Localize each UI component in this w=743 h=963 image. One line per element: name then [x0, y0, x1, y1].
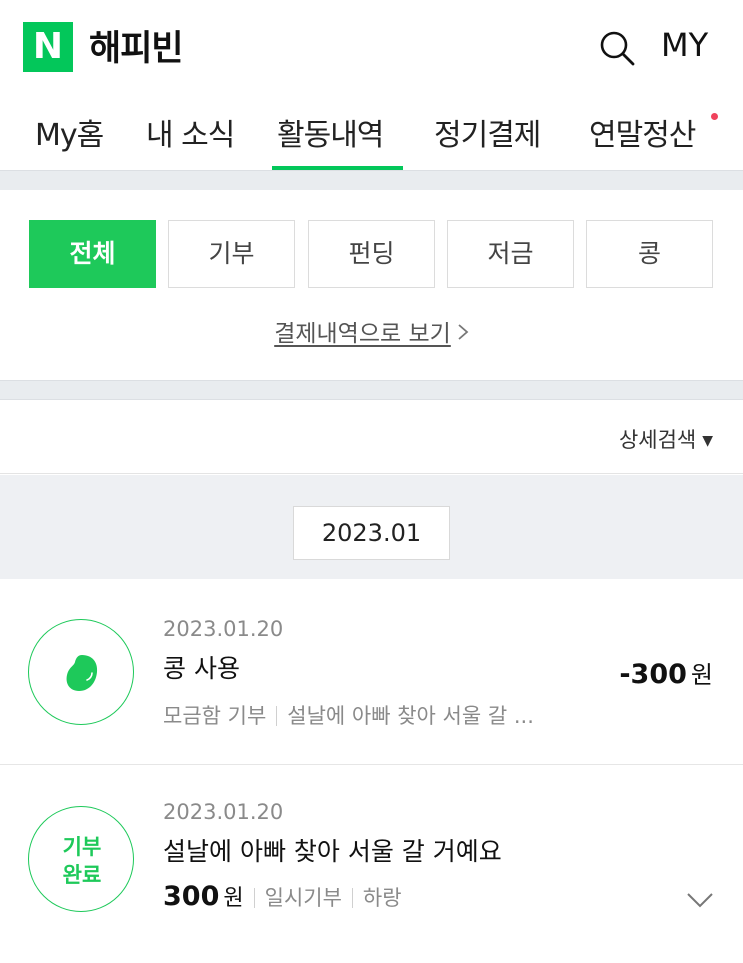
tab-recurring-payment[interactable]: 정기결제	[434, 110, 541, 154]
status-circle: 기부 완료	[28, 806, 134, 912]
my-button[interactable]: MY	[661, 26, 708, 64]
status-line2: 완료	[62, 863, 102, 887]
naver-logo[interactable]: N	[23, 22, 73, 72]
item-meta: 모금함 기부 설날에 아빠 찾아 서울 갈 ...	[163, 700, 534, 730]
chevron-down-icon[interactable]	[686, 891, 714, 909]
donation-type: 일시기부	[264, 886, 342, 910]
detail-search-row: 상세검색 ▼	[0, 400, 743, 474]
section-divider	[0, 170, 743, 190]
status-line1: 기부	[62, 835, 102, 859]
amount-unit: 원	[223, 886, 244, 911]
item-date: 2023.01.20	[163, 800, 284, 824]
divider	[276, 706, 278, 726]
divider	[351, 888, 353, 908]
item-category: 모금함 기부	[163, 704, 267, 728]
filter-section: 전체 기부 펀딩 저금 콩 결제내역으로 보기	[0, 190, 743, 380]
app-header: N 해피빈 MY	[0, 0, 743, 96]
tab-year-end-tax[interactable]: 연말정산	[589, 110, 696, 154]
amount-value: 300	[163, 881, 220, 912]
detail-search-label: 상세검색	[618, 428, 697, 452]
filter-savings[interactable]: 저금	[447, 220, 574, 288]
item-description: 설날에 아빠 찾아 서울 갈 ...	[287, 704, 534, 728]
payment-history-label[interactable]: 결제내역으로 보기	[274, 321, 451, 347]
search-icon[interactable]	[597, 28, 637, 68]
bean-icon-circle	[28, 619, 134, 725]
month-label: 2023.01	[293, 506, 450, 560]
payment-history-link[interactable]: 결제내역으로 보기	[0, 314, 743, 348]
section-divider	[0, 380, 743, 400]
main-tabs: My홈 내 소식 활동내역 정기결제 연말정산	[0, 96, 743, 170]
organization-name: 하랑	[362, 886, 402, 910]
item-title: 설날에 아빠 찾아 서울 갈 거예요	[163, 837, 502, 866]
item-title: 콩 사용	[163, 654, 240, 683]
tab-my-news[interactable]: 내 소식	[146, 110, 235, 154]
tab-activity[interactable]: 활동내역	[277, 110, 384, 154]
filter-all[interactable]: 전체	[29, 220, 156, 288]
status-badge: 기부 완료	[29, 833, 135, 889]
divider	[253, 888, 255, 908]
amount-unit: 원	[690, 661, 713, 689]
filter-donation[interactable]: 기부	[168, 220, 295, 288]
month-header: 2023.01	[0, 475, 743, 579]
item-amount: -300 원	[619, 655, 713, 690]
tab-my-home[interactable]: My홈	[35, 110, 104, 154]
amount-value: -300	[619, 659, 687, 690]
filter-bean[interactable]: 콩	[586, 220, 713, 288]
list-item[interactable]: 2023.01.20 콩 사용 모금함 기부 설날에 아빠 찾아 서울 갈 ...…	[0, 579, 743, 765]
bean-icon	[66, 655, 98, 691]
caret-down-icon: ▼	[702, 433, 713, 449]
item-meta: 300 원 일시기부 하랑	[163, 880, 402, 912]
app-title[interactable]: 해피빈	[89, 20, 184, 71]
list-item[interactable]: 기부 완료 2023.01.20 설날에 아빠 찾아 서울 갈 거예요 300 원…	[0, 766, 743, 963]
notification-dot	[711, 113, 718, 120]
item-date: 2023.01.20	[163, 617, 284, 641]
detail-search-button[interactable]: 상세검색 ▼	[619, 424, 713, 454]
filter-funding[interactable]: 펀딩	[308, 220, 435, 288]
chevron-right-icon	[457, 321, 469, 347]
